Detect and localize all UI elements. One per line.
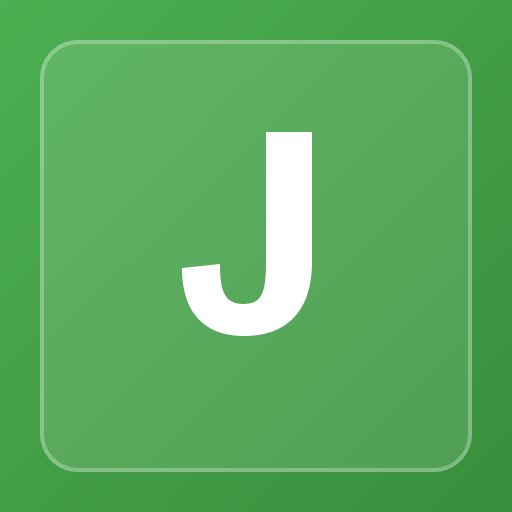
app-icon [0, 0, 512, 512]
j-letter-icon [182, 132, 312, 336]
